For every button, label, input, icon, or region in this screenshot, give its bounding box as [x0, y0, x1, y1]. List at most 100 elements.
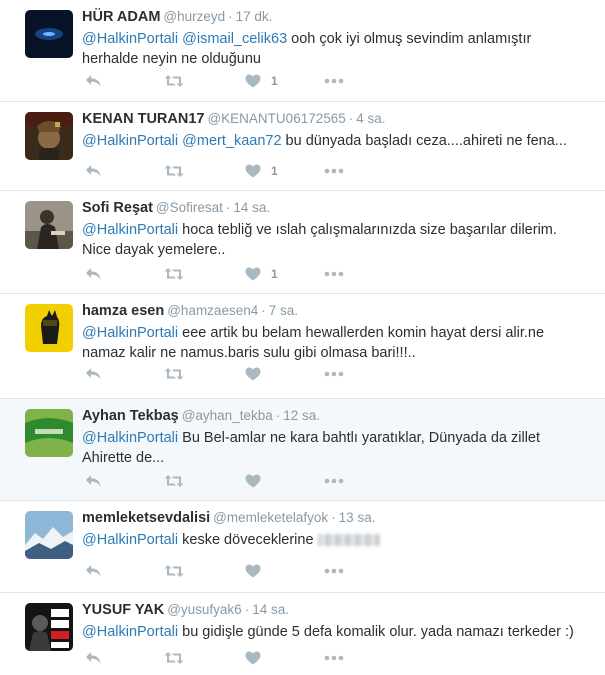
- author-handle[interactable]: @hamzaesen4: [167, 303, 258, 318]
- heart-icon: [245, 367, 261, 381]
- mention-link[interactable]: @HalkinPortali: [82, 532, 178, 548]
- author-name[interactable]: KENAN TURAN17: [82, 111, 204, 127]
- more-button[interactable]: [324, 655, 344, 661]
- mention-link[interactable]: @ismail_celik63: [182, 31, 287, 47]
- timestamp[interactable]: 14 sa.: [252, 602, 289, 617]
- author-name[interactable]: Sofi Reşat: [82, 200, 153, 216]
- reply-button[interactable]: [85, 367, 102, 381]
- tweet-item[interactable]: memleketsevdalisi @memleketelafyok · 13 sa.…: [0, 501, 605, 593]
- more-button[interactable]: [324, 478, 344, 484]
- mention-link[interactable]: @HalkinPortali: [82, 133, 178, 149]
- timestamp[interactable]: 12 sa.: [283, 408, 320, 423]
- author-name[interactable]: memleketsevdalisi: [82, 510, 210, 526]
- reply-button[interactable]: [85, 564, 102, 578]
- retweet-button[interactable]: [164, 564, 184, 578]
- retweet-button[interactable]: [164, 367, 184, 381]
- tweet-feed: HÜR ADAM @hurzeyd · 17 dk. @HalkinPortali @…: [0, 0, 605, 675]
- more-button[interactable]: [324, 271, 344, 277]
- timestamp[interactable]: 14 sa.: [233, 200, 270, 215]
- author-name[interactable]: hamza esen: [82, 303, 164, 319]
- separator: ·: [244, 602, 250, 617]
- retweet-button[interactable]: [164, 164, 184, 178]
- separator: ·: [331, 510, 336, 525]
- tweet-item[interactable]: Sofi Reşat @Sofiresat · 14 sa. @HalkinPorta…: [0, 191, 605, 294]
- tweet-item[interactable]: HÜR ADAM @hurzeyd · 17 dk. @HalkinPortali @…: [0, 0, 605, 102]
- like-button[interactable]: 1: [245, 74, 278, 88]
- like-button[interactable]: [245, 651, 261, 665]
- mention-link[interactable]: @HalkinPortali: [82, 624, 178, 640]
- retweet-button[interactable]: [164, 474, 184, 488]
- like-count: 1: [271, 164, 278, 178]
- like-button[interactable]: 1: [245, 267, 278, 281]
- author-handle[interactable]: @yusufyak6: [167, 602, 242, 617]
- more-icon: [324, 568, 344, 574]
- reply-button[interactable]: [85, 651, 102, 665]
- like-button[interactable]: [245, 474, 261, 488]
- more-button[interactable]: [324, 568, 344, 574]
- tweet-item[interactable]: YUSUF YAK @yusufyak6 · 14 sa. @HalkinPortal…: [0, 593, 605, 675]
- separator: ·: [228, 9, 233, 24]
- like-button[interactable]: 1: [245, 164, 278, 178]
- author-handle[interactable]: @hurzeyd: [163, 9, 225, 24]
- mention-link[interactable]: @HalkinPortali: [82, 325, 178, 341]
- mention-link[interactable]: @HalkinPortali: [82, 430, 178, 446]
- tweet-item[interactable]: Ayhan Tekbaş @ayhan_tekba · 12 sa. @HalkinP…: [0, 399, 605, 501]
- reply-button[interactable]: [85, 74, 102, 88]
- avatar[interactable]: [25, 304, 73, 352]
- retweet-icon: [164, 74, 184, 88]
- timestamp[interactable]: 13 sa.: [339, 510, 376, 525]
- retweet-icon: [164, 564, 184, 578]
- tweet-text: @HalkinPortali keske döveceklerine: [82, 530, 585, 550]
- tweet-item[interactable]: KENAN TURAN17 @KENANTU06172565 · 4 sa. @Hal…: [0, 102, 605, 191]
- reply-button[interactable]: [85, 267, 102, 281]
- mention-link[interactable]: @mert_kaan72: [182, 133, 281, 149]
- retweet-button[interactable]: [164, 651, 184, 665]
- avatar[interactable]: [25, 603, 73, 651]
- tweet-header: hamza esen @hamzaesen4 · 7 sa.: [82, 301, 585, 321]
- reply-icon: [85, 164, 102, 178]
- reply-icon: [85, 267, 102, 281]
- avatar[interactable]: [25, 112, 73, 160]
- more-icon: [324, 168, 344, 174]
- tweet-text: @HalkinPortali Bu Bel-amlar ne kara baht…: [82, 428, 585, 468]
- heart-icon: [245, 651, 261, 665]
- more-button[interactable]: [324, 371, 344, 377]
- avatar[interactable]: [25, 409, 73, 457]
- more-button[interactable]: [324, 168, 344, 174]
- author-name[interactable]: HÜR ADAM: [82, 9, 160, 25]
- reply-icon: [85, 564, 102, 578]
- timestamp[interactable]: 17 dk.: [236, 9, 273, 24]
- avatar[interactable]: [25, 511, 73, 559]
- like-button[interactable]: [245, 367, 261, 381]
- reply-button[interactable]: [85, 164, 102, 178]
- mention-link[interactable]: @HalkinPortali: [82, 222, 178, 238]
- timestamp[interactable]: 7 sa.: [269, 303, 298, 318]
- author-handle[interactable]: @KENANTU06172565: [207, 111, 345, 126]
- reply-button[interactable]: [85, 474, 102, 488]
- blurred-text: [317, 534, 380, 547]
- timestamp[interactable]: 4 sa.: [356, 111, 385, 126]
- more-icon: [324, 78, 344, 84]
- author-handle[interactable]: @memleketelafyok: [213, 510, 328, 525]
- mention-link[interactable]: @HalkinPortali: [82, 31, 178, 47]
- tweet-text: @HalkinPortali bu gidişle günde 5 defa k…: [82, 622, 585, 642]
- avatar[interactable]: [25, 10, 73, 58]
- tweet-body: bu gidişle günde 5 defa komalik olur. ya…: [178, 624, 574, 640]
- separator: ·: [348, 111, 354, 126]
- avatar[interactable]: [25, 201, 73, 249]
- tweet-text: @HalkinPortali eee artik bu belam hewall…: [82, 323, 585, 363]
- retweet-button[interactable]: [164, 74, 184, 88]
- author-name[interactable]: YUSUF YAK: [82, 602, 164, 618]
- tweet-header: Sofi Reşat @Sofiresat · 14 sa.: [82, 198, 585, 218]
- retweet-icon: [164, 474, 184, 488]
- retweet-button[interactable]: [164, 267, 184, 281]
- like-button[interactable]: [245, 564, 261, 578]
- author-name[interactable]: Ayhan Tekbaş: [82, 408, 179, 424]
- more-button[interactable]: [324, 78, 344, 84]
- separator: ·: [275, 408, 281, 423]
- author-handle[interactable]: @Sofiresat: [156, 200, 223, 215]
- tweet-text: @HalkinPortali @ismail_celik63 ooh çok i…: [82, 29, 585, 69]
- like-count: 1: [271, 74, 278, 88]
- tweet-item[interactable]: hamza esen @hamzaesen4 · 7 sa. @HalkinPorta…: [0, 294, 605, 399]
- author-handle[interactable]: @ayhan_tekba: [182, 408, 273, 423]
